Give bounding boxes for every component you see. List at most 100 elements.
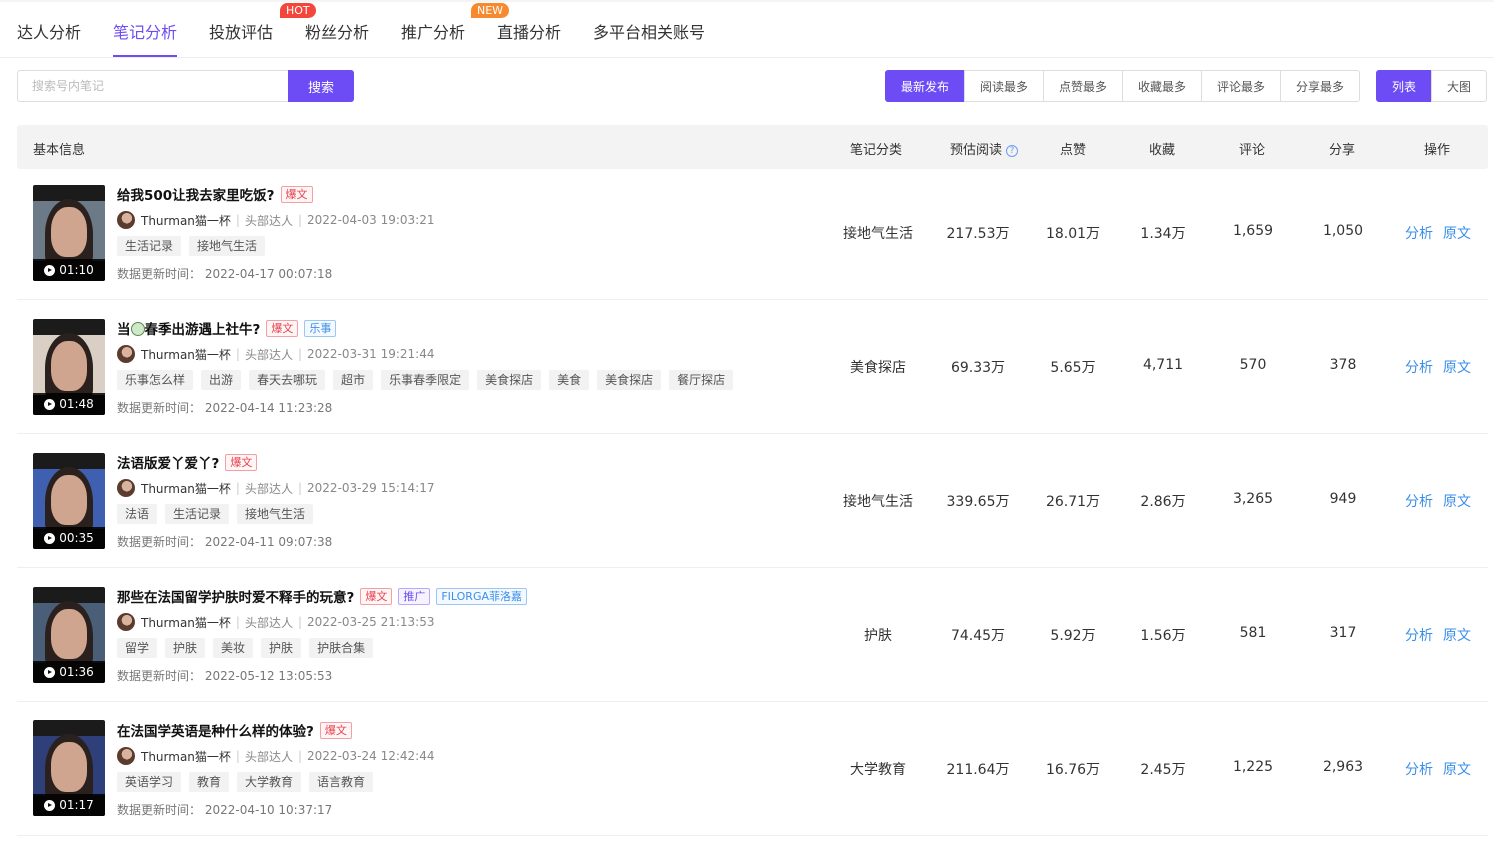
note-title-text: 春季出游遇上社牛? xyxy=(144,322,261,338)
analyze-link[interactable]: 分析 xyxy=(1405,625,1433,645)
keyword-tag: 护肤合集 xyxy=(309,638,374,658)
cell-reads: 339.65万 xyxy=(946,494,1010,510)
author-name[interactable]: Thurman猫一杯 xyxy=(141,614,231,631)
original-link[interactable]: 原文 xyxy=(1443,759,1471,779)
publish-time: 2022-03-31 19:21:44 xyxy=(307,347,435,361)
header-comments[interactable]: 评论 xyxy=(1239,139,1265,158)
note-title-prefix: 当 xyxy=(117,322,131,338)
divider: | xyxy=(297,481,303,495)
analyze-link[interactable]: 分析 xyxy=(1405,491,1433,511)
header-actions: 操作 xyxy=(1424,143,1451,158)
publish-time: 2022-03-29 15:14:17 xyxy=(307,481,435,495)
keyword-tag: 出游 xyxy=(201,370,242,390)
original-link[interactable]: 原文 xyxy=(1443,357,1471,377)
tab-promotion-analysis[interactable]: 推广分析 xyxy=(401,19,465,43)
note-title[interactable]: 给我500让我去家里吃饭? xyxy=(117,184,275,204)
note-title[interactable]: 那些在法国留学护肤时爱不释手的玩意? xyxy=(117,586,354,606)
author-name[interactable]: Thurman猫一杯 xyxy=(141,480,231,497)
keyword-tag: 英语学习 xyxy=(117,772,182,792)
avatar[interactable] xyxy=(117,479,135,497)
original-link[interactable]: 原文 xyxy=(1443,491,1471,511)
cell-category: 护肤 xyxy=(864,628,892,644)
sort-most-read-button[interactable]: 阅读最多 xyxy=(964,70,1044,102)
analyze-link[interactable]: 分析 xyxy=(1405,357,1433,377)
update-time: 数据更新时间： 2022-04-11 09:07:38 xyxy=(117,533,332,550)
header-collects[interactable]: 收藏 xyxy=(1149,139,1175,158)
author-name[interactable]: Thurman猫一杯 xyxy=(141,212,231,229)
tab-note-analysis[interactable]: 笔记分析 xyxy=(113,19,177,43)
avatar[interactable] xyxy=(117,747,135,765)
keyword-tag: 护肤 xyxy=(261,638,302,658)
cell-likes: 5.65万 xyxy=(1050,360,1096,376)
search-input[interactable] xyxy=(17,70,288,102)
keyword-tag: 乐事春季限定 xyxy=(381,370,470,390)
keyword-list: 英语学习 教育 大学教育 语言教育 xyxy=(117,772,374,792)
promotion-tag: 推广 xyxy=(398,587,431,605)
keyword-tag: 餐厅探店 xyxy=(669,370,734,390)
author-level: 头部达人 xyxy=(244,615,293,630)
note-title[interactable]: 当春季出游遇上社牛? xyxy=(117,318,260,338)
top-nav: 达人分析 笔记分析 投放评估 粉丝分析 HOT 推广分析 直播分析 NEW 多平… xyxy=(0,0,1494,58)
original-link[interactable]: 原文 xyxy=(1443,223,1471,243)
table-row: 01:17 在法国学英语是种什么样的体验? 爆文 Thurman猫一杯 | 头部… xyxy=(17,702,1488,836)
view-grid-button[interactable]: 大图 xyxy=(1431,70,1487,102)
cell-shares: 2,963 xyxy=(1322,759,1364,775)
play-icon xyxy=(44,666,56,678)
publish-time: 2022-03-25 21:13:53 xyxy=(307,615,435,629)
video-thumbnail[interactable]: 01:36 xyxy=(33,587,105,683)
header-reads[interactable]: 预估阅读? xyxy=(950,139,1019,158)
avatar[interactable] xyxy=(117,211,135,229)
note-title[interactable]: 法语版爱丫爱丫? xyxy=(117,452,219,472)
video-thumbnail[interactable]: 01:48 xyxy=(33,319,105,415)
keyword-tag: 美食 xyxy=(549,370,590,390)
avatar[interactable] xyxy=(117,613,135,631)
tab-live-analysis[interactable]: 直播分析 xyxy=(497,19,561,43)
divider: | xyxy=(297,749,303,763)
view-toggle-group: 列表 大图 xyxy=(1376,70,1487,102)
viral-tag: 爆文 xyxy=(360,587,393,605)
cell-comments: 1,659 xyxy=(1232,223,1274,239)
viral-tag: 爆文 xyxy=(280,185,313,203)
cell-likes: 18.01万 xyxy=(1045,226,1101,242)
analyze-link[interactable]: 分析 xyxy=(1405,223,1433,243)
author-name[interactable]: Thurman猫一杯 xyxy=(141,346,231,363)
thumbnail-face xyxy=(51,341,87,391)
video-thumbnail[interactable]: 00:35 xyxy=(33,453,105,549)
person-emoji-icon xyxy=(130,322,145,336)
keyword-tag: 乐事怎么样 xyxy=(117,370,194,390)
header-category[interactable]: 笔记分类 xyxy=(850,139,902,158)
sort-most-liked-button[interactable]: 点赞最多 xyxy=(1043,70,1123,102)
video-thumbnail[interactable]: 01:17 xyxy=(33,720,105,816)
original-link[interactable]: 原文 xyxy=(1443,625,1471,645)
question-circle-icon[interactable]: ? xyxy=(1006,145,1019,157)
tab-multi-platform-accounts[interactable]: 多平台相关账号 xyxy=(593,19,705,43)
new-badge: NEW xyxy=(471,3,510,18)
tab-placement-evaluation[interactable]: 投放评估 xyxy=(209,19,273,43)
top-divider xyxy=(0,0,1494,2)
duration-text: 01:48 xyxy=(59,397,94,411)
note-title[interactable]: 在法国学英语是种什么样的体验? xyxy=(117,720,314,740)
header-shares[interactable]: 分享 xyxy=(1329,139,1355,158)
view-list-button[interactable]: 列表 xyxy=(1376,70,1432,102)
sort-latest-button[interactable]: 最新发布 xyxy=(885,70,965,102)
sort-most-shared-button[interactable]: 分享最多 xyxy=(1280,70,1360,102)
tab-fans-analysis[interactable]: 粉丝分析 xyxy=(305,19,369,43)
search-button[interactable]: 搜索 xyxy=(288,70,354,102)
author-name[interactable]: Thurman猫一杯 xyxy=(141,748,231,765)
video-thumbnail[interactable]: 01:10 xyxy=(33,185,105,281)
avatar[interactable] xyxy=(117,345,135,363)
keyword-tag: 法语 xyxy=(117,504,158,524)
sort-most-collected-button[interactable]: 收藏最多 xyxy=(1122,70,1202,102)
divider: | xyxy=(235,213,240,227)
play-icon xyxy=(44,799,56,811)
table-header: 基本信息 笔记分类 预估阅读? 点赞 收藏 评论 分享 操作 xyxy=(17,125,1488,169)
analyze-link[interactable]: 分析 xyxy=(1405,759,1433,779)
keyword-tag: 生活记录 xyxy=(165,504,230,524)
cell-category: 大学教育 xyxy=(850,762,906,778)
note-title-line: 给我500让我去家里吃饭? 爆文 xyxy=(117,184,313,204)
keyword-tag: 美食探店 xyxy=(597,370,662,390)
cell-shares: 1,050 xyxy=(1322,223,1364,239)
header-likes[interactable]: 点赞 xyxy=(1060,139,1086,158)
sort-most-commented-button[interactable]: 评论最多 xyxy=(1201,70,1281,102)
tab-influencer-analysis[interactable]: 达人分析 xyxy=(17,19,81,43)
